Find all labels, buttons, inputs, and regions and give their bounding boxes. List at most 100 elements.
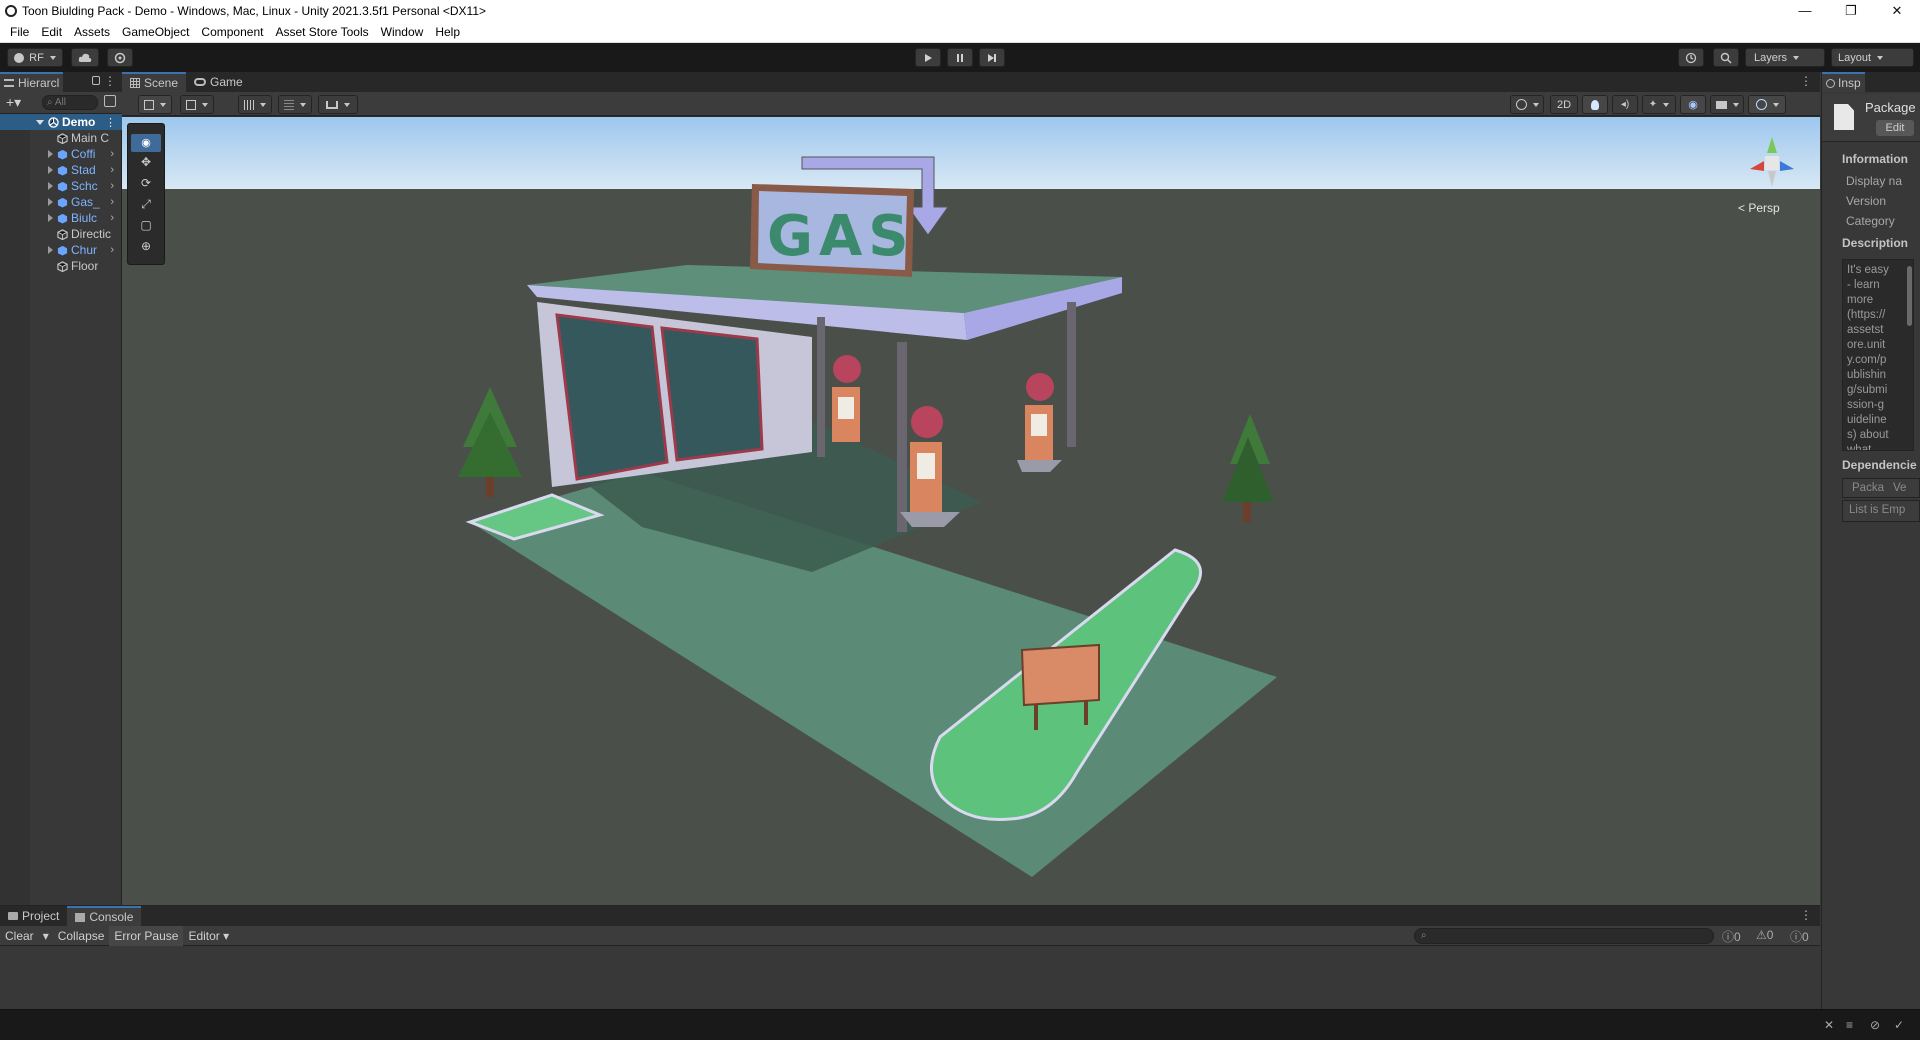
open-prefab-icon[interactable]: › bbox=[110, 148, 114, 160]
collapse-arrow-icon[interactable] bbox=[36, 119, 44, 125]
error-pause-button[interactable]: Error Pause bbox=[109, 925, 184, 946]
menu-gameobject[interactable]: GameObject bbox=[116, 25, 195, 39]
lighting-dropdown[interactable] bbox=[1510, 95, 1544, 114]
account-dropdown[interactable]: RF bbox=[7, 48, 63, 67]
menu-window[interactable]: Window bbox=[375, 25, 430, 39]
edit-button[interactable]: Edit bbox=[1876, 120, 1914, 136]
hierarchy-root-row[interactable]: Demo ⋮ bbox=[0, 114, 122, 130]
cloud-button[interactable] bbox=[71, 48, 99, 67]
menu-asset-store-tools[interactable]: Asset Store Tools bbox=[269, 25, 374, 39]
hierarchy-item[interactable]: Directic bbox=[0, 226, 122, 242]
hierarchy-item[interactable]: Chur › bbox=[0, 242, 122, 258]
tab-console[interactable]: Console bbox=[67, 906, 142, 926]
scene-visibility-icon[interactable] bbox=[104, 95, 116, 107]
persp-label[interactable]: < Persp bbox=[1738, 201, 1780, 215]
tab-project[interactable]: Project bbox=[0, 906, 67, 926]
layout-dropdown[interactable]: Layout bbox=[1831, 48, 1914, 67]
column-package[interactable]: Packa bbox=[1843, 482, 1893, 494]
open-prefab-icon[interactable]: › bbox=[110, 164, 114, 176]
toggle-2d-button[interactable]: 2D bbox=[1550, 95, 1578, 114]
clear-button[interactable]: Clear bbox=[0, 926, 39, 946]
open-prefab-icon[interactable]: › bbox=[110, 212, 114, 224]
view-tool-button[interactable]: ◉ bbox=[131, 134, 161, 152]
hierarchy-search-field[interactable]: ⌕ All bbox=[42, 95, 98, 110]
network-icon[interactable]: ⊘ bbox=[1870, 1018, 1880, 1032]
close-button[interactable]: ✕ bbox=[1874, 0, 1920, 21]
error-count-toggle[interactable]: ⓘ0 bbox=[1790, 928, 1809, 945]
transform-tool-button[interactable]: ⊕ bbox=[131, 239, 161, 257]
scrollbar[interactable] bbox=[1907, 266, 1912, 326]
open-prefab-icon[interactable]: › bbox=[110, 244, 114, 256]
history-button[interactable] bbox=[1678, 48, 1704, 67]
scene-render[interactable]: GAS bbox=[122, 117, 1820, 905]
grid-visibility-dropdown[interactable] bbox=[278, 95, 312, 114]
orientation-gizmo[interactable] bbox=[1732, 125, 1812, 197]
expand-arrow-icon[interactable] bbox=[48, 214, 53, 222]
menu-component[interactable]: Component bbox=[195, 25, 269, 39]
expand-arrow-icon[interactable] bbox=[48, 150, 53, 158]
expand-arrow-icon[interactable] bbox=[48, 246, 53, 254]
scene-lighting-toggle[interactable] bbox=[1582, 95, 1608, 114]
move-tool-button[interactable]: ✥ bbox=[131, 155, 161, 173]
camera-dropdown[interactable] bbox=[1710, 95, 1744, 114]
clear-options-dropdown[interactable]: ▾ bbox=[39, 926, 53, 946]
tab-scene[interactable]: Scene bbox=[122, 72, 187, 92]
expand-arrow-icon[interactable] bbox=[48, 198, 53, 206]
kebab-menu-icon[interactable]: ⋮ bbox=[105, 116, 116, 129]
tab-hierarchy[interactable]: Hierarcl bbox=[0, 72, 64, 92]
expand-arrow-icon[interactable] bbox=[48, 166, 53, 174]
check-icon[interactable]: ✓ bbox=[1894, 1018, 1904, 1032]
kebab-menu-icon[interactable]: ⋮ bbox=[1800, 908, 1812, 922]
cache-icon[interactable]: ≡ bbox=[1846, 1018, 1853, 1032]
description-textarea[interactable]: It's easy - learn more (https:// assetst ore.… bbox=[1842, 259, 1914, 451]
console-search-input[interactable]: ⌕ bbox=[1414, 928, 1714, 944]
rotate-tool-button[interactable]: ⟳ bbox=[131, 176, 161, 194]
maximize-button[interactable]: ❐ bbox=[1828, 0, 1874, 21]
hierarchy-item[interactable]: Stad › bbox=[0, 162, 122, 178]
information-header[interactable]: Information bbox=[1822, 152, 1920, 168]
lock-icon[interactable] bbox=[92, 76, 100, 85]
menu-edit[interactable]: Edit bbox=[35, 25, 68, 39]
grid-snap-dropdown[interactable] bbox=[238, 95, 272, 114]
menu-assets[interactable]: Assets bbox=[68, 25, 116, 39]
tab-game[interactable]: Game bbox=[186, 72, 251, 92]
kebab-menu-icon[interactable]: ⋮ bbox=[104, 74, 116, 88]
expand-arrow-icon[interactable] bbox=[48, 182, 53, 190]
scene-viewport[interactable]: GAS ◉ ✥ ⟳ ⤢ ▢ ⊕ < Persp bbox=[122, 117, 1820, 905]
tab-inspector[interactable]: Insp bbox=[1822, 72, 1865, 92]
shading-dropdown[interactable] bbox=[180, 95, 214, 114]
minimize-button[interactable]: — bbox=[1782, 0, 1828, 21]
effects-dropdown[interactable]: ✦ bbox=[1642, 95, 1676, 114]
audio-toggle[interactable]: ◂) bbox=[1612, 95, 1638, 114]
scale-tool-button[interactable]: ⤢ bbox=[131, 197, 161, 215]
layers-dropdown[interactable]: Layers bbox=[1745, 48, 1825, 67]
open-prefab-icon[interactable]: › bbox=[110, 180, 114, 192]
draw-mode-dropdown[interactable] bbox=[138, 95, 172, 114]
hierarchy-item[interactable]: Biulc › bbox=[0, 210, 122, 226]
description-header[interactable]: Description bbox=[1822, 236, 1920, 252]
collapse-button[interactable]: Collapse bbox=[53, 926, 110, 946]
editor-dropdown[interactable]: Editor ▾ bbox=[183, 926, 234, 946]
step-button[interactable] bbox=[979, 48, 1005, 67]
menu-help[interactable]: Help bbox=[429, 25, 466, 39]
column-version[interactable]: Ve bbox=[1893, 482, 1906, 494]
hierarchy-item[interactable]: Schc › bbox=[0, 178, 122, 194]
search-button[interactable] bbox=[1713, 48, 1739, 67]
pause-button[interactable] bbox=[947, 48, 973, 67]
hierarchy-item[interactable]: Coffi › bbox=[0, 146, 122, 162]
create-dropdown[interactable]: +▾ bbox=[6, 94, 21, 111]
hierarchy-item[interactable]: Gas_ › bbox=[0, 194, 122, 210]
open-prefab-icon[interactable]: › bbox=[110, 196, 114, 208]
hidden-objects-toggle[interactable]: ◉ bbox=[1680, 95, 1706, 114]
dependencies-header[interactable]: Dependencie bbox=[1822, 458, 1920, 474]
menu-file[interactable]: File bbox=[4, 25, 35, 39]
gizmos-dropdown[interactable] bbox=[1748, 95, 1786, 114]
increment-snap-dropdown[interactable] bbox=[318, 95, 358, 114]
warning-count-toggle[interactable]: ⚠0 bbox=[1756, 928, 1773, 942]
hierarchy-item[interactable]: Main C bbox=[0, 130, 122, 146]
kebab-menu-icon[interactable]: ⋮ bbox=[1800, 74, 1812, 88]
bug-icon[interactable]: ✕ bbox=[1824, 1018, 1834, 1032]
collab-button[interactable] bbox=[107, 48, 133, 67]
rect-tool-button[interactable]: ▢ bbox=[131, 218, 161, 236]
hierarchy-item[interactable]: Floor bbox=[0, 258, 122, 274]
